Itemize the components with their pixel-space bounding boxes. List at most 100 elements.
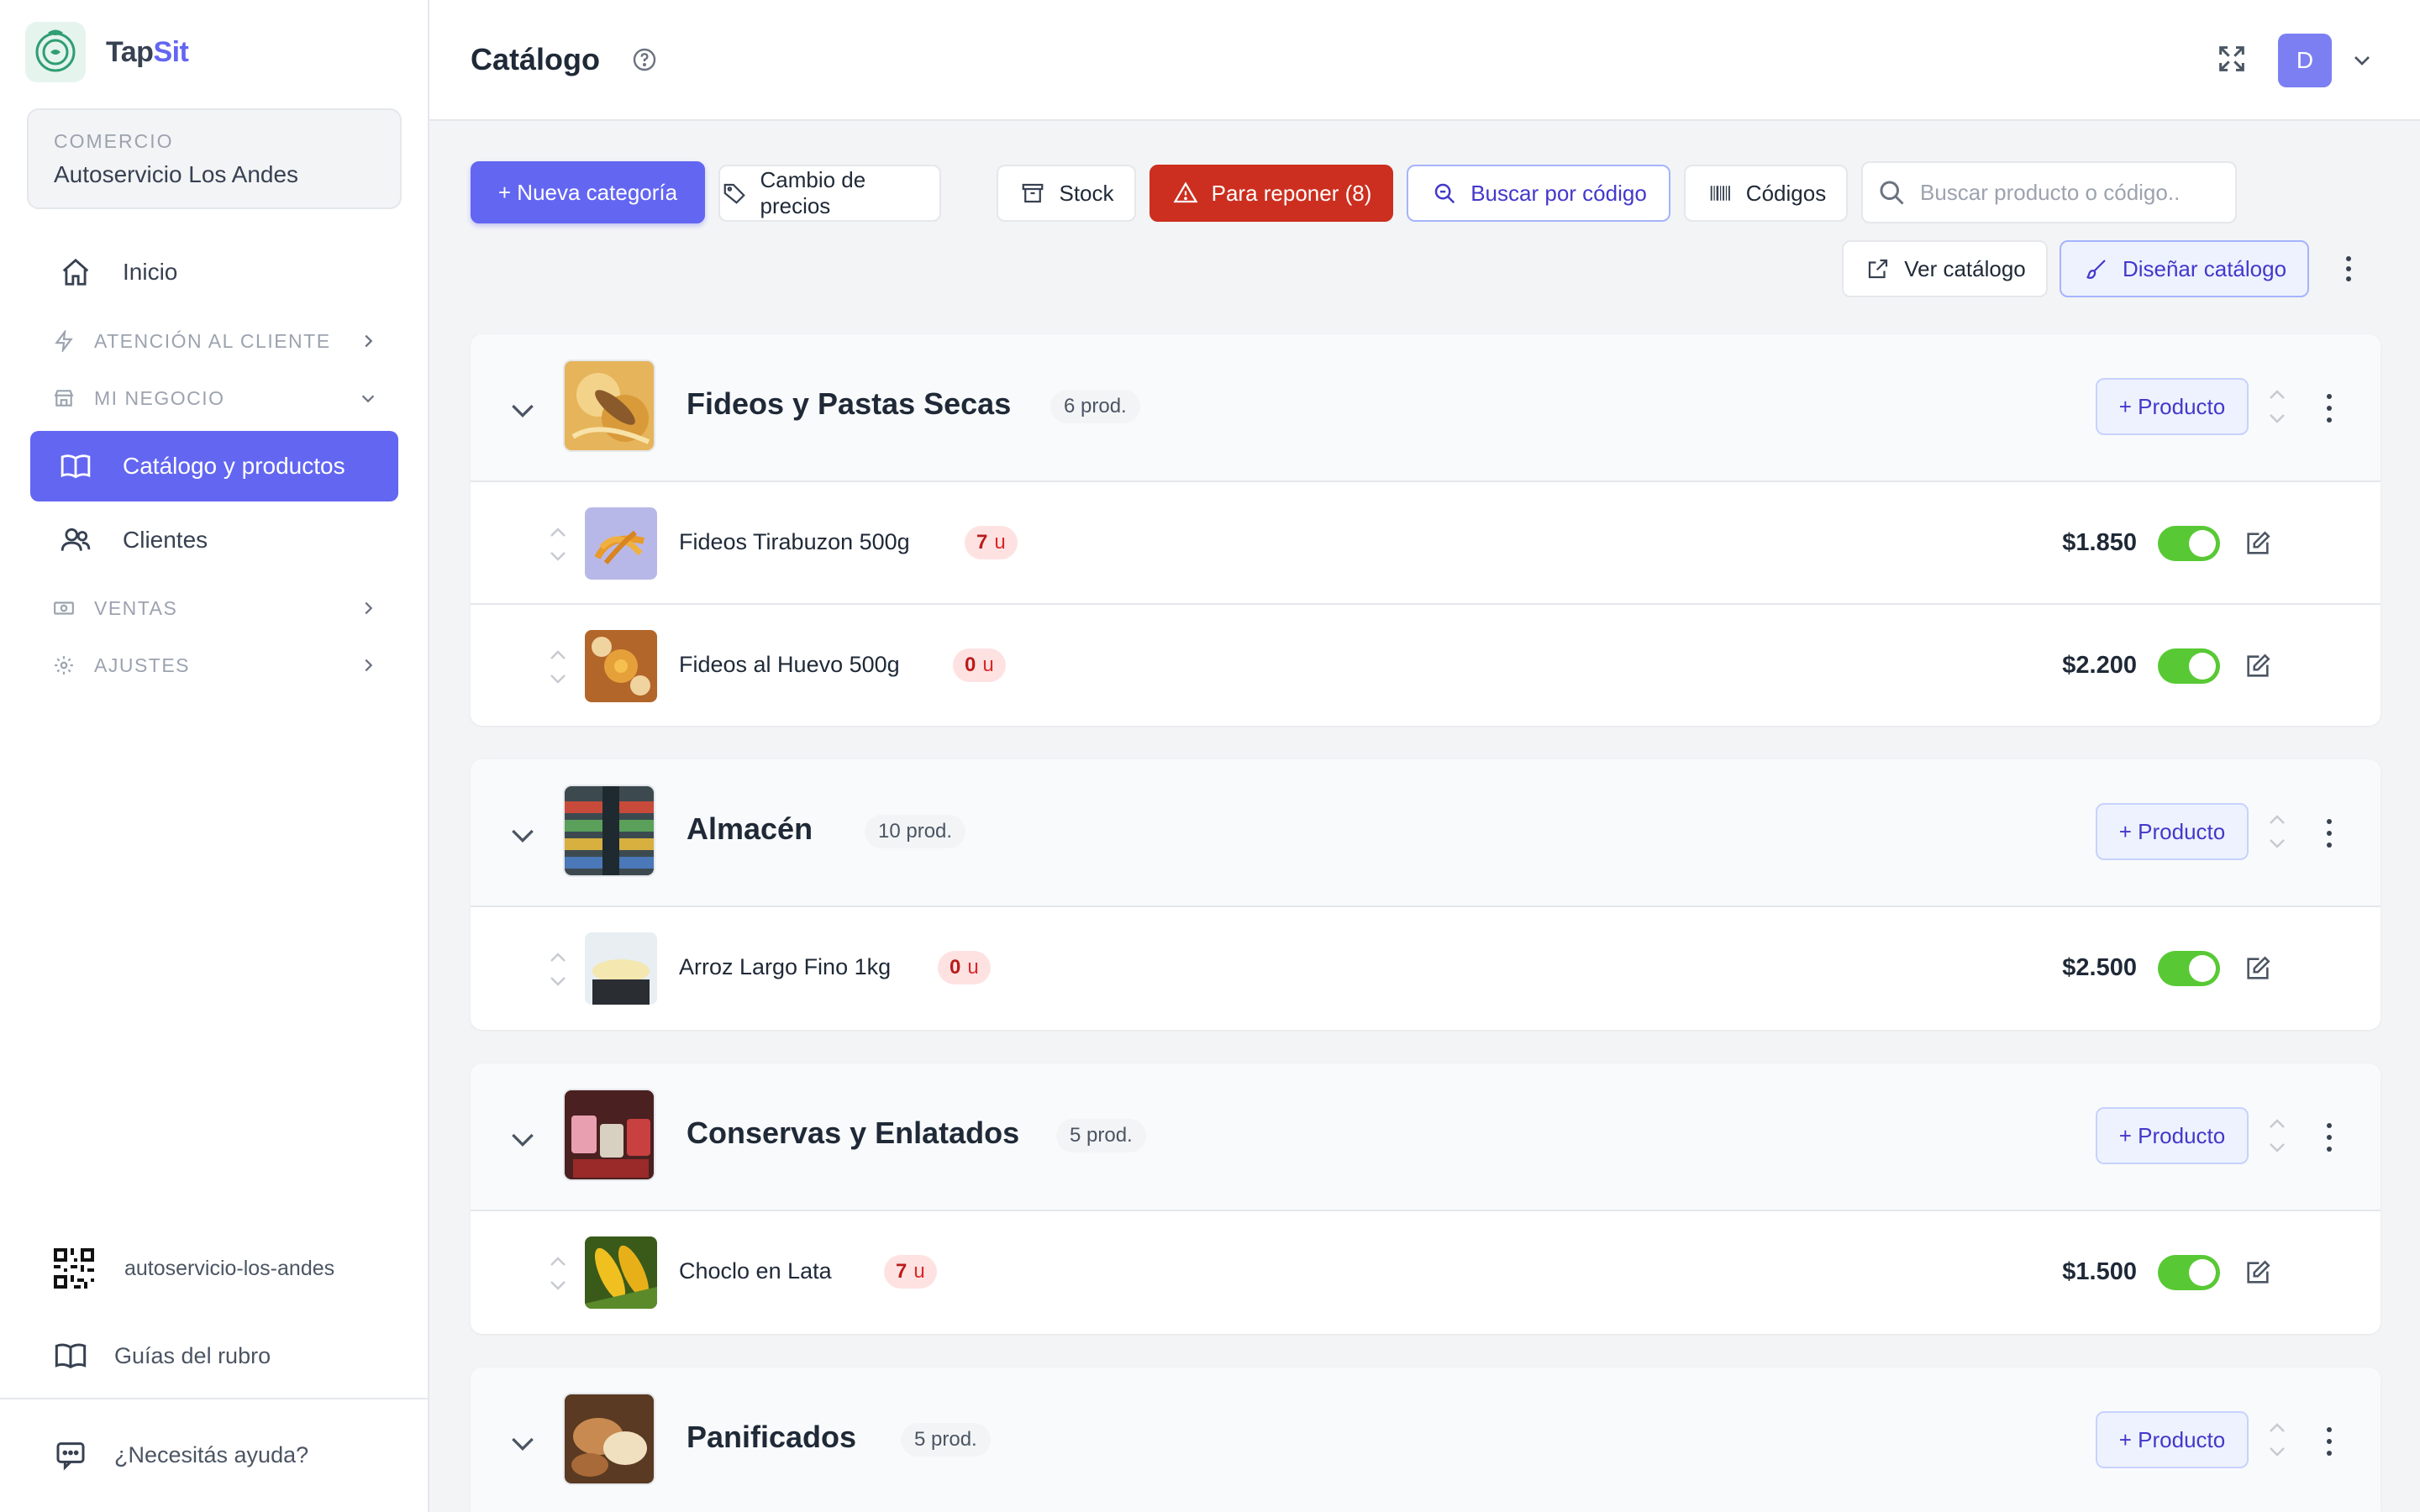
chevron-down-icon[interactable] [506,393,539,427]
add-product-button[interactable]: + Producto [2096,1411,2249,1468]
add-product-button[interactable]: + Producto [2096,803,2249,860]
store-link[interactable]: autoservicio-los-andes [54,1248,334,1289]
avatar[interactable]: D [2278,34,2332,87]
product-image [585,1236,657,1309]
search-input[interactable] [1920,179,2223,206]
help-circle-icon[interactable] [631,46,658,73]
add-product-button[interactable]: + Producto [2096,378,2249,435]
category-header[interactable]: Conservas y Enlatados 5 prod. + Producto [471,1063,2381,1211]
nav-item-catalogo[interactable]: Catálogo y productos [30,431,398,501]
nav-label-catalogo: Catálogo y productos [123,453,345,479]
home-icon [57,254,94,291]
more-options-icon[interactable] [2336,250,2361,287]
product-active-toggle[interactable] [2158,1255,2220,1290]
brand[interactable]: TapSit [25,22,189,82]
edit-icon[interactable] [2244,1258,2272,1287]
external-link-icon [1864,255,1892,283]
store-name: Autoservicio Los Andes [54,161,299,187]
users-icon [57,522,94,559]
restock-button[interactable]: Para reponer (8) [1150,165,1393,222]
product-row: Fideos al Huevo 500g 0u $2.200 [471,605,2381,726]
category-image [563,785,655,877]
price-change-button[interactable]: Cambio de precios [718,165,941,222]
search-by-code-button[interactable]: Buscar por código [1407,165,1670,222]
category-header[interactable]: Fideos y Pastas Secas 6 prod. + Producto [471,334,2381,482]
help-label: ¿Necesitás ayuda? [114,1441,309,1467]
book-open-icon [54,1339,87,1373]
nav-section-label-atencion: ATENCIÓN AL CLIENTE [94,329,331,352]
category-header[interactable]: Panificados 5 prod. + Producto [471,1368,2381,1512]
nav-section-label-mi-negocio: MI NEGOCIO [94,386,225,409]
nav-item-inicio[interactable]: Inicio [30,237,398,307]
product-price: $2.200 [2062,652,2137,679]
product-price: $1.500 [2062,1258,2137,1285]
store-slug: autoservicio-los-andes [124,1256,335,1280]
category-card: Panificados 5 prod. + Producto [471,1368,2381,1512]
cash-icon [50,595,77,622]
topbar: Catálogo D [429,0,2420,121]
category-image [563,1089,655,1181]
product-search[interactable] [1861,161,2237,223]
product-price: $1.850 [2062,529,2137,556]
product-row: Arroz Largo Fino 1kg 0u $2.500 [471,907,2381,1030]
chevron-down-icon[interactable] [2349,47,2375,74]
add-product-button[interactable]: + Producto [2096,1107,2249,1164]
reorder-icon[interactable] [543,521,573,568]
category-header[interactable]: Almacén 10 prod. + Producto [471,759,2381,907]
store-label: COMERCIO [54,130,174,152]
reorder-icon[interactable] [2262,1416,2292,1463]
design-catalog-button[interactable]: Diseñar catálogo [2060,240,2309,297]
stock-badge-unit: u [913,1260,925,1283]
edit-icon[interactable] [2244,954,2272,983]
reorder-icon[interactable] [2262,383,2292,430]
chevron-down-icon[interactable] [506,1122,539,1156]
product-price: $2.500 [2062,954,2137,981]
nav-section-ajustes[interactable]: AJUSTES [50,648,387,682]
product-active-toggle[interactable] [2158,951,2220,986]
reorder-icon[interactable] [543,643,573,690]
new-category-label: + Nueva categoría [497,179,678,205]
archive-icon [1018,179,1047,207]
more-options-icon[interactable] [2319,390,2339,427]
more-options-icon[interactable] [2319,1119,2339,1156]
nav-item-clientes[interactable]: Clientes [30,505,398,575]
reorder-icon[interactable] [543,1250,573,1297]
reorder-icon[interactable] [2262,808,2292,855]
stock-label: Stock [1059,180,1114,206]
view-catalog-button[interactable]: Ver catálogo [1842,240,2048,297]
reorder-icon[interactable] [2262,1112,2292,1159]
stock-badge-number: 7 [896,1260,908,1283]
stock-badge-number: 0 [950,956,961,979]
category-card: Conservas y Enlatados 5 prod. + Producto… [471,1063,2381,1334]
main-content: Catálogo D + Nueva categoría Cambio de p… [429,0,2420,1512]
stock-button[interactable]: Stock [997,165,1136,222]
edit-icon[interactable] [2244,529,2272,558]
guias-link[interactable]: Guías del rubro [54,1339,271,1373]
page-title: Catálogo [471,42,601,76]
product-active-toggle[interactable] [2158,526,2220,561]
product-name: Arroz Largo Fino 1kg [679,954,892,979]
nav-section-atencion[interactable]: ATENCIÓN AL CLIENTE [50,324,387,358]
bolt-icon [50,328,77,354]
store-selector[interactable]: COMERCIO Autoservicio Los Andes [27,108,402,209]
stock-badge: 0u [953,648,1006,682]
nav-section-label-ventas: VENTAS [94,596,178,619]
help-link[interactable]: ¿Necesitás ayuda? [54,1438,308,1472]
warning-icon [1171,179,1200,207]
more-options-icon[interactable] [2319,1423,2339,1460]
gear-icon [50,652,77,679]
fullscreen-icon[interactable] [2215,42,2249,76]
more-options-icon[interactable] [2319,815,2339,852]
nav-section-ventas[interactable]: VENTAS [50,591,387,625]
reorder-icon[interactable] [543,946,573,993]
product-active-toggle[interactable] [2158,648,2220,684]
new-category-button[interactable]: + Nueva categoría [471,161,705,223]
chat-icon [54,1438,87,1472]
chevron-down-icon[interactable] [506,818,539,852]
codes-button[interactable]: Códigos [1684,165,1848,222]
nav-section-mi-negocio[interactable]: MI NEGOCIO [50,381,387,415]
product-image [585,507,657,580]
edit-icon[interactable] [2244,652,2272,680]
guias-label: Guías del rubro [114,1342,271,1368]
chevron-down-icon[interactable] [506,1426,539,1460]
